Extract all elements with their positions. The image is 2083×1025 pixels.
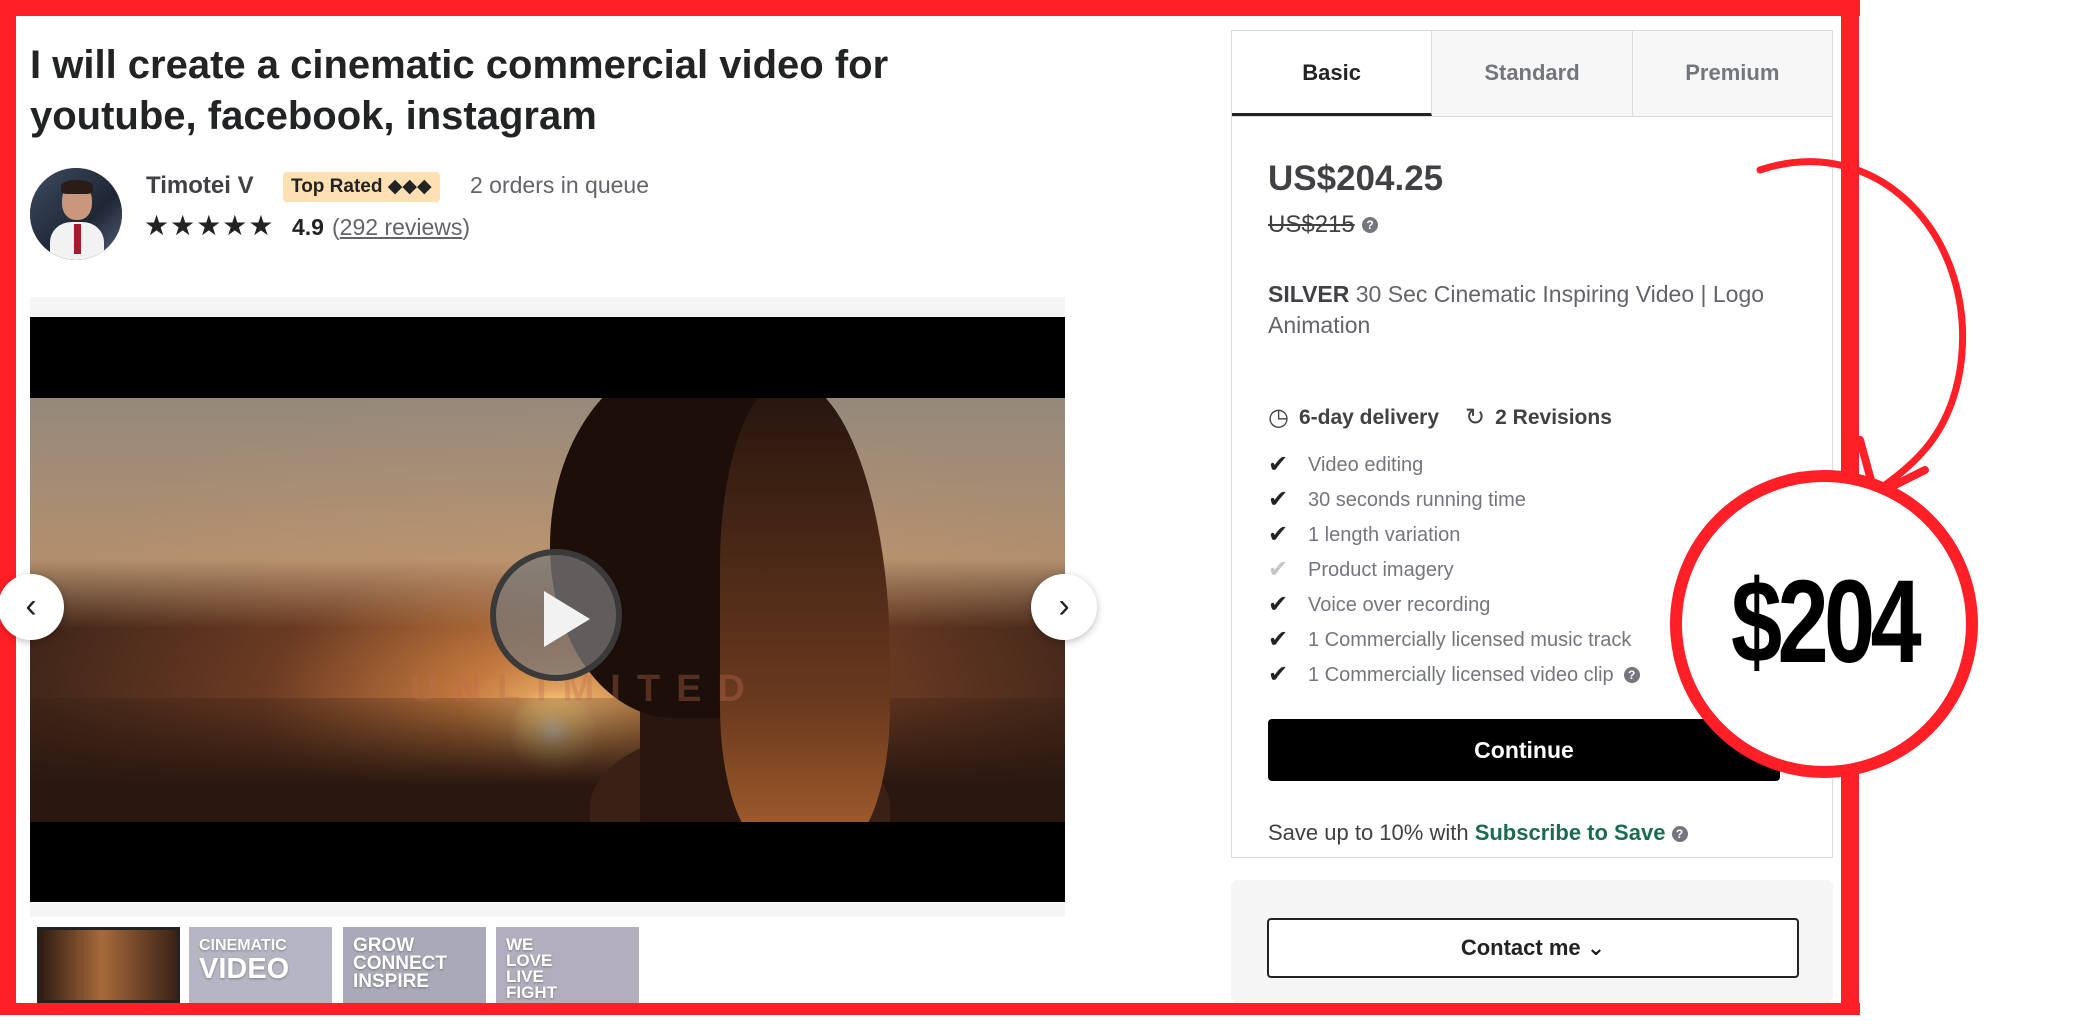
reviews-count: (292 reviews) <box>332 214 470 241</box>
save-text: Save up to 10% with <box>1268 820 1475 845</box>
video-watermark: UNLIMITED <box>410 668 761 710</box>
delivery-revisions-row: ◷ 6-day delivery ↻ 2 Revisions <box>1268 403 1612 432</box>
thumbnail-2-text: CINEMATIC VIDEO <box>199 937 290 985</box>
thumbnail-3-text: GROW CONNECT INSPIRE <box>353 935 447 992</box>
revisions-count: 2 Revisions <box>1495 405 1612 429</box>
subscribe-save-line: Save up to 10% with Subscribe to Save ? <box>1268 820 1688 846</box>
feature-label: 30 seconds running time <box>1308 488 1526 511</box>
continue-button[interactable]: Continue <box>1268 719 1780 781</box>
thumbnail-2-title: CINEMATIC <box>199 937 287 954</box>
gallery-thumbnail-1[interactable] <box>37 927 180 1003</box>
gallery-thumbnail-2[interactable]: CINEMATIC VIDEO <box>189 927 332 1003</box>
price-highlight-circle: $204 <box>1670 470 1978 778</box>
check-icon: ✔ <box>1268 590 1289 618</box>
check-icon: ✔ <box>1268 625 1289 653</box>
thumbnail-2-subtitle: VIDEO <box>199 953 290 985</box>
orders-in-queue: 2 orders in queue <box>470 172 650 198</box>
seller-avatar[interactable] <box>30 168 122 260</box>
tab-basic[interactable]: Basic <box>1232 31 1433 116</box>
feature-label: Product imagery <box>1308 558 1454 581</box>
price-highlight-text: $204 <box>1730 556 1922 688</box>
feature-label: 1 Commercially licensed music track <box>1308 628 1632 651</box>
gallery-thumbnail-3[interactable]: GROW CONNECT INSPIRE <box>343 927 486 1003</box>
feature-label: Video editing <box>1308 453 1424 476</box>
gig-video-player[interactable]: UNLIMITED <box>30 317 1065 902</box>
check-icon-disabled: ✔ <box>1268 555 1289 583</box>
check-icon: ✔ <box>1268 450 1289 478</box>
package-tier: SILVER <box>1268 281 1350 307</box>
feature-label: 1 length variation <box>1308 523 1461 546</box>
feature-label: Voice over recording <box>1308 593 1491 616</box>
gig-title: I will create a cinematic commercial vid… <box>30 43 889 138</box>
delivery-time: 6-day delivery <box>1298 405 1440 429</box>
thumbnail-4-text: WE LOVE LIVE FIGHT <box>506 935 557 1002</box>
contact-section: Contact me ⌄ <box>1231 880 1833 1002</box>
clock-icon: ◷ <box>1268 404 1289 431</box>
red-arrow-annotation <box>1756 158 1967 499</box>
feature-label: 1 Commercially licensed video clip <box>1308 663 1614 686</box>
seller-name[interactable]: Timotei V <box>146 172 254 200</box>
gallery-prev-button[interactable]: ‹ <box>0 574 64 640</box>
avatar-tie <box>74 224 81 254</box>
contact-me-button[interactable]: Contact me ⌄ <box>1267 918 1799 978</box>
reviews-paren-close: ) <box>462 214 471 240</box>
play-icon <box>544 591 590 647</box>
price-help-icon[interactable]: ? <box>1362 217 1378 233</box>
star-rating-icons: ★★★★★ <box>144 210 275 241</box>
tab-premium[interactable]: Premium <box>1632 31 1832 116</box>
tab-standard[interactable]: Standard <box>1432 31 1633 116</box>
subscribe-to-save-link[interactable]: Subscribe to Save <box>1475 820 1666 845</box>
gallery-thumbnail-4[interactable]: WE LOVE LIVE FIGHT <box>496 927 639 1003</box>
gallery-next-button[interactable]: › <box>1031 574 1097 640</box>
package-old-price: US$215 <box>1268 211 1355 238</box>
package-price: US$204.25 <box>1268 159 1444 198</box>
package-tabs: Basic Standard Premium <box>1232 31 1832 117</box>
check-icon: ✔ <box>1268 485 1289 513</box>
check-icon: ✔ <box>1268 660 1289 688</box>
video-trees <box>30 698 1065 822</box>
subscribe-help-icon[interactable]: ? <box>1671 826 1688 843</box>
avatar-hair <box>61 180 93 194</box>
top-rated-badge: Top Rated ◆◆◆ <box>283 172 440 202</box>
feature-help-icon[interactable]: ? <box>1623 666 1640 683</box>
red-frame-left <box>0 0 16 1015</box>
red-frame-top <box>0 0 1860 16</box>
red-frame-bottom <box>0 1003 1860 1015</box>
reviews-link[interactable]: 292 reviews <box>340 214 463 240</box>
refresh-icon: ↻ <box>1465 404 1486 431</box>
reviews-paren-open: ( <box>332 214 340 240</box>
rating-value: 4.9 <box>292 214 324 240</box>
check-icon: ✔ <box>1268 520 1289 548</box>
play-button[interactable] <box>490 549 622 681</box>
